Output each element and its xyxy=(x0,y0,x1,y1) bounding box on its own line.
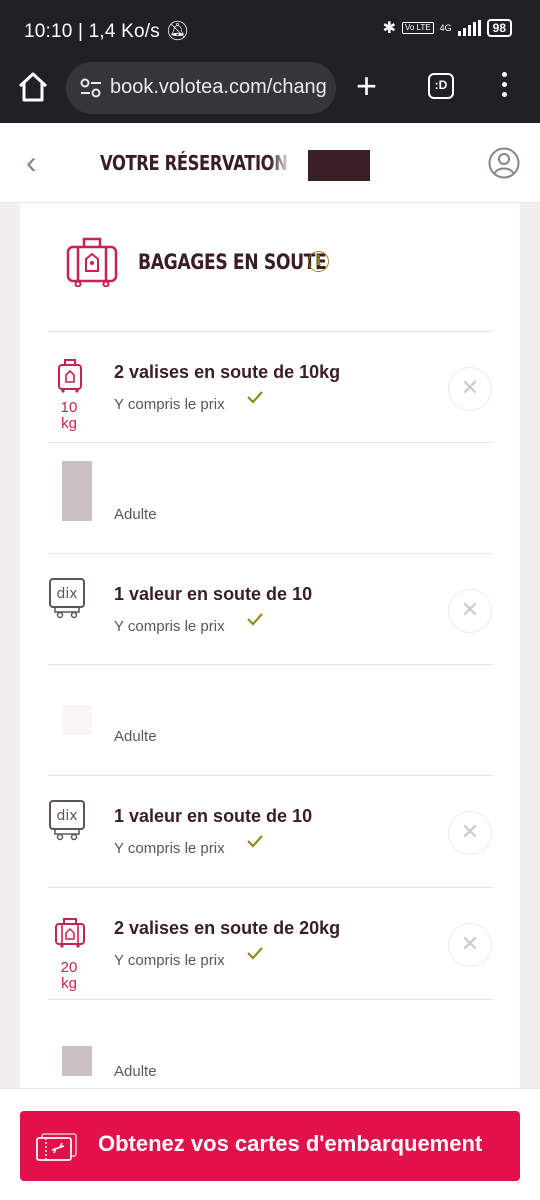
account-icon[interactable] xyxy=(488,147,520,179)
passenger-row: Adulte xyxy=(48,999,493,1093)
item-title: 2 valises en soute de 10kg xyxy=(114,362,341,382)
remove-button[interactable]: ✕ xyxy=(448,589,492,633)
list-item: dix 1 valeur en soute de 10 Y compris le… xyxy=(48,553,493,664)
cta-label: Obtenez vos cartes d'embarquement xyxy=(98,1131,483,1156)
valuable-box-icon: dix xyxy=(49,800,85,841)
svg-text:dix: dix xyxy=(56,808,77,824)
item-subtitle: Y compris le prix xyxy=(114,618,225,635)
passenger-type: Adulte xyxy=(114,1063,157,1080)
boarding-pass-button[interactable]: Obtenez vos cartes d'embarquement xyxy=(20,1111,520,1181)
section-title: BAGAGES EN SOUTE xyxy=(138,250,327,274)
item-subtitle: Y compris le prix xyxy=(114,840,225,857)
item-subtitle: Y compris le prix xyxy=(114,952,225,969)
tab-switcher-button[interactable]: :D xyxy=(428,73,454,99)
url-toolbar: book.volotea.com/chang + :D xyxy=(0,60,540,123)
checked-bag-icon xyxy=(66,237,118,287)
site-settings-icon[interactable] xyxy=(80,78,102,98)
valuable-box-icon: dix xyxy=(49,578,85,619)
item-title: 1 valeur en soute de 10 xyxy=(114,584,313,604)
boarding-pass-icon xyxy=(36,1133,77,1161)
battery-icon: 98 xyxy=(486,19,512,37)
check-icon xyxy=(247,835,263,848)
list-item: 20 kg 2 valises en soute de 20kg Y compri… xyxy=(48,887,493,998)
signal-icon xyxy=(457,20,481,36)
item-title: 1 valeur en soute de 10 xyxy=(114,806,313,826)
redacted-booking-code xyxy=(308,150,370,181)
address-bar[interactable]: book.volotea.com/chang xyxy=(66,62,336,114)
passenger-row: Adulte xyxy=(48,664,493,775)
volte-badge: Vo LTE xyxy=(401,22,434,34)
title-fade xyxy=(270,145,306,185)
item-subtitle: Y compris le prix xyxy=(114,396,225,413)
avatar-placeholder xyxy=(62,705,92,735)
remove-button[interactable]: ✕ xyxy=(448,923,492,967)
browser-chrome: 10:10 | 1,4 Ko/s 🔕︎ ✱ Vo LTE 4G 98 book.… xyxy=(0,0,540,123)
back-chevron-icon[interactable]: ‹ xyxy=(26,146,37,178)
bottom-bar: Obtenez vos cartes d'embarquement xyxy=(0,1088,540,1200)
item-title: 2 valises en soute de 20kg xyxy=(114,918,341,938)
weight-label: 10 kg xyxy=(60,399,78,432)
svg-text:dix: dix xyxy=(56,586,77,602)
check-icon xyxy=(247,613,263,626)
avatar-placeholder xyxy=(62,461,92,521)
mute-icon: 🔕︎ xyxy=(165,21,190,42)
baggage-card: BAGAGES EN SOUTE i 10 kg 2 valises en sou… xyxy=(20,203,520,1093)
weight-label: 20 kg xyxy=(60,959,78,992)
status-time: 10:10 | 1,4 Ko/s 🔕︎ xyxy=(24,21,190,42)
network-label: 4G xyxy=(439,23,452,33)
new-tab-icon[interactable]: + xyxy=(356,68,377,104)
bluetooth-icon: ✱ xyxy=(382,20,396,37)
list-item: dix 1 valeur en soute de 10 Y compris le… xyxy=(48,775,493,886)
list-item: 10 kg 2 valises en soute de 10kg Y compri… xyxy=(48,331,493,442)
home-icon[interactable] xyxy=(16,70,50,104)
passenger-row: Adulte xyxy=(48,442,493,553)
avatar-placeholder xyxy=(62,1046,92,1076)
suitcase-icon xyxy=(58,359,82,393)
page-title: VOTRE RÉSERVATION xyxy=(100,151,288,175)
passenger-type: Adulte xyxy=(114,728,157,745)
more-menu-icon[interactable] xyxy=(502,72,507,97)
check-icon xyxy=(247,947,263,960)
status-bar: 10:10 | 1,4 Ko/s 🔕︎ ✱ Vo LTE 4G 98 xyxy=(0,0,540,60)
url-text: book.volotea.com/chang xyxy=(110,76,327,98)
passenger-type: Adulte xyxy=(114,506,157,523)
info-icon[interactable]: i xyxy=(308,251,329,272)
suitcase-icon xyxy=(55,918,85,948)
remove-button[interactable]: ✕ xyxy=(448,811,492,855)
remove-button[interactable]: ✕ xyxy=(448,367,492,411)
check-icon xyxy=(247,391,263,404)
app-header: ‹ VOTRE RÉSERVATION xyxy=(0,123,540,203)
status-icons: ✱ Vo LTE 4G 98 xyxy=(383,18,512,38)
